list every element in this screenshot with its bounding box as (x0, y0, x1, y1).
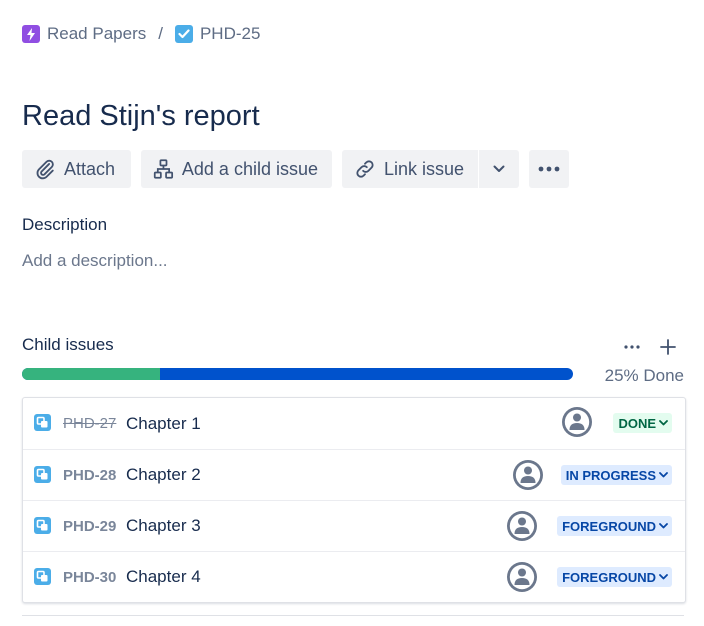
link-issue-button[interactable]: Link issue (342, 150, 478, 188)
subtask-icon (34, 568, 51, 585)
chevron-down-icon (659, 574, 668, 580)
status-label: FOREGROUND (562, 518, 656, 534)
chevron-down-icon (493, 165, 505, 172)
child-issue-row[interactable]: PHD-30 Chapter 4 FOREGROUND (23, 551, 685, 602)
link-issue-label: Link issue (383, 158, 464, 179)
more-icon (624, 345, 640, 349)
description-heading: Description (22, 215, 108, 234)
chevron-down-icon (659, 420, 668, 426)
child-issues-more-button[interactable] (618, 335, 646, 359)
child-issue-summary[interactable]: Chapter 2 (126, 465, 201, 485)
attach-button[interactable]: Attach (22, 150, 131, 188)
child-issues-list: PHD-27 Chapter 1 DONE PHD-28 Chapter 2 I… (22, 397, 686, 603)
child-issue-summary[interactable]: Chapter 1 (126, 414, 201, 434)
child-issue-key[interactable]: PHD-28 (63, 467, 116, 484)
status-label: IN PROGRESS (565, 467, 656, 483)
user-avatar-icon[interactable] (513, 460, 543, 490)
status-dropdown[interactable]: FOREGROUND (557, 516, 672, 536)
more-actions-button[interactable] (529, 150, 569, 188)
status-label: FOREGROUND (562, 569, 656, 585)
subtask-icon (34, 517, 51, 534)
breadcrumb-current-link[interactable]: PHD-25 (200, 24, 260, 44)
checkbox-icon (174, 25, 193, 43)
link-icon (356, 160, 374, 178)
status-dropdown[interactable]: DONE (613, 413, 672, 433)
status-dropdown[interactable]: FOREGROUND (557, 567, 672, 587)
child-issue-summary[interactable]: Chapter 4 (126, 567, 201, 587)
child-issue-key[interactable]: PHD-27 (63, 415, 116, 432)
hierarchy-icon (153, 159, 174, 179)
breadcrumb-separator: / (158, 24, 163, 43)
section-divider (22, 615, 684, 616)
link-issue-dropdown-button[interactable] (479, 150, 519, 188)
issue-toolbar: Attach Add a child issue Link issue (22, 150, 579, 188)
child-issues-progress-bar (22, 368, 573, 380)
more-icon (538, 166, 560, 172)
child-issue-row[interactable]: PHD-29 Chapter 3 FOREGROUND (23, 500, 685, 551)
progress-done-segment (22, 368, 160, 380)
status-dropdown[interactable]: IN PROGRESS (560, 465, 672, 485)
page-title[interactable]: Read Stijn's report (22, 100, 260, 133)
child-issue-row[interactable]: PHD-27 Chapter 1 DONE (23, 398, 685, 449)
plus-icon (660, 339, 676, 355)
child-issue-summary[interactable]: Chapter 3 (126, 516, 201, 536)
progress-label: 25% Done (604, 366, 684, 385)
status-label: DONE (618, 415, 656, 431)
chevron-down-icon (659, 523, 668, 529)
user-avatar-icon[interactable] (562, 407, 592, 437)
child-issues-heading: Child issues (22, 335, 114, 354)
paperclip-icon (36, 159, 54, 180)
subtask-icon (34, 466, 51, 483)
child-issue-key[interactable]: PHD-30 (63, 569, 116, 586)
add-child-issue-plus-button[interactable] (654, 335, 682, 359)
breadcrumb-parent-link[interactable]: Read Papers (47, 24, 146, 44)
add-child-issue-label: Add a child issue (181, 158, 318, 179)
user-avatar-icon[interactable] (507, 511, 537, 541)
child-issues-actions (610, 335, 682, 359)
child-issue-row[interactable]: PHD-28 Chapter 2 IN PROGRESS (23, 449, 685, 500)
lightning-icon (22, 25, 40, 43)
description-input[interactable]: Add a description... (22, 251, 168, 271)
user-avatar-icon[interactable] (507, 562, 537, 592)
chevron-down-icon (659, 472, 668, 478)
subtask-icon (34, 414, 51, 431)
breadcrumb: Read Papers / PHD-25 (22, 24, 260, 44)
add-child-issue-button[interactable]: Add a child issue (141, 150, 332, 188)
attach-label: Attach (64, 158, 116, 179)
child-issue-key[interactable]: PHD-29 (63, 518, 116, 535)
